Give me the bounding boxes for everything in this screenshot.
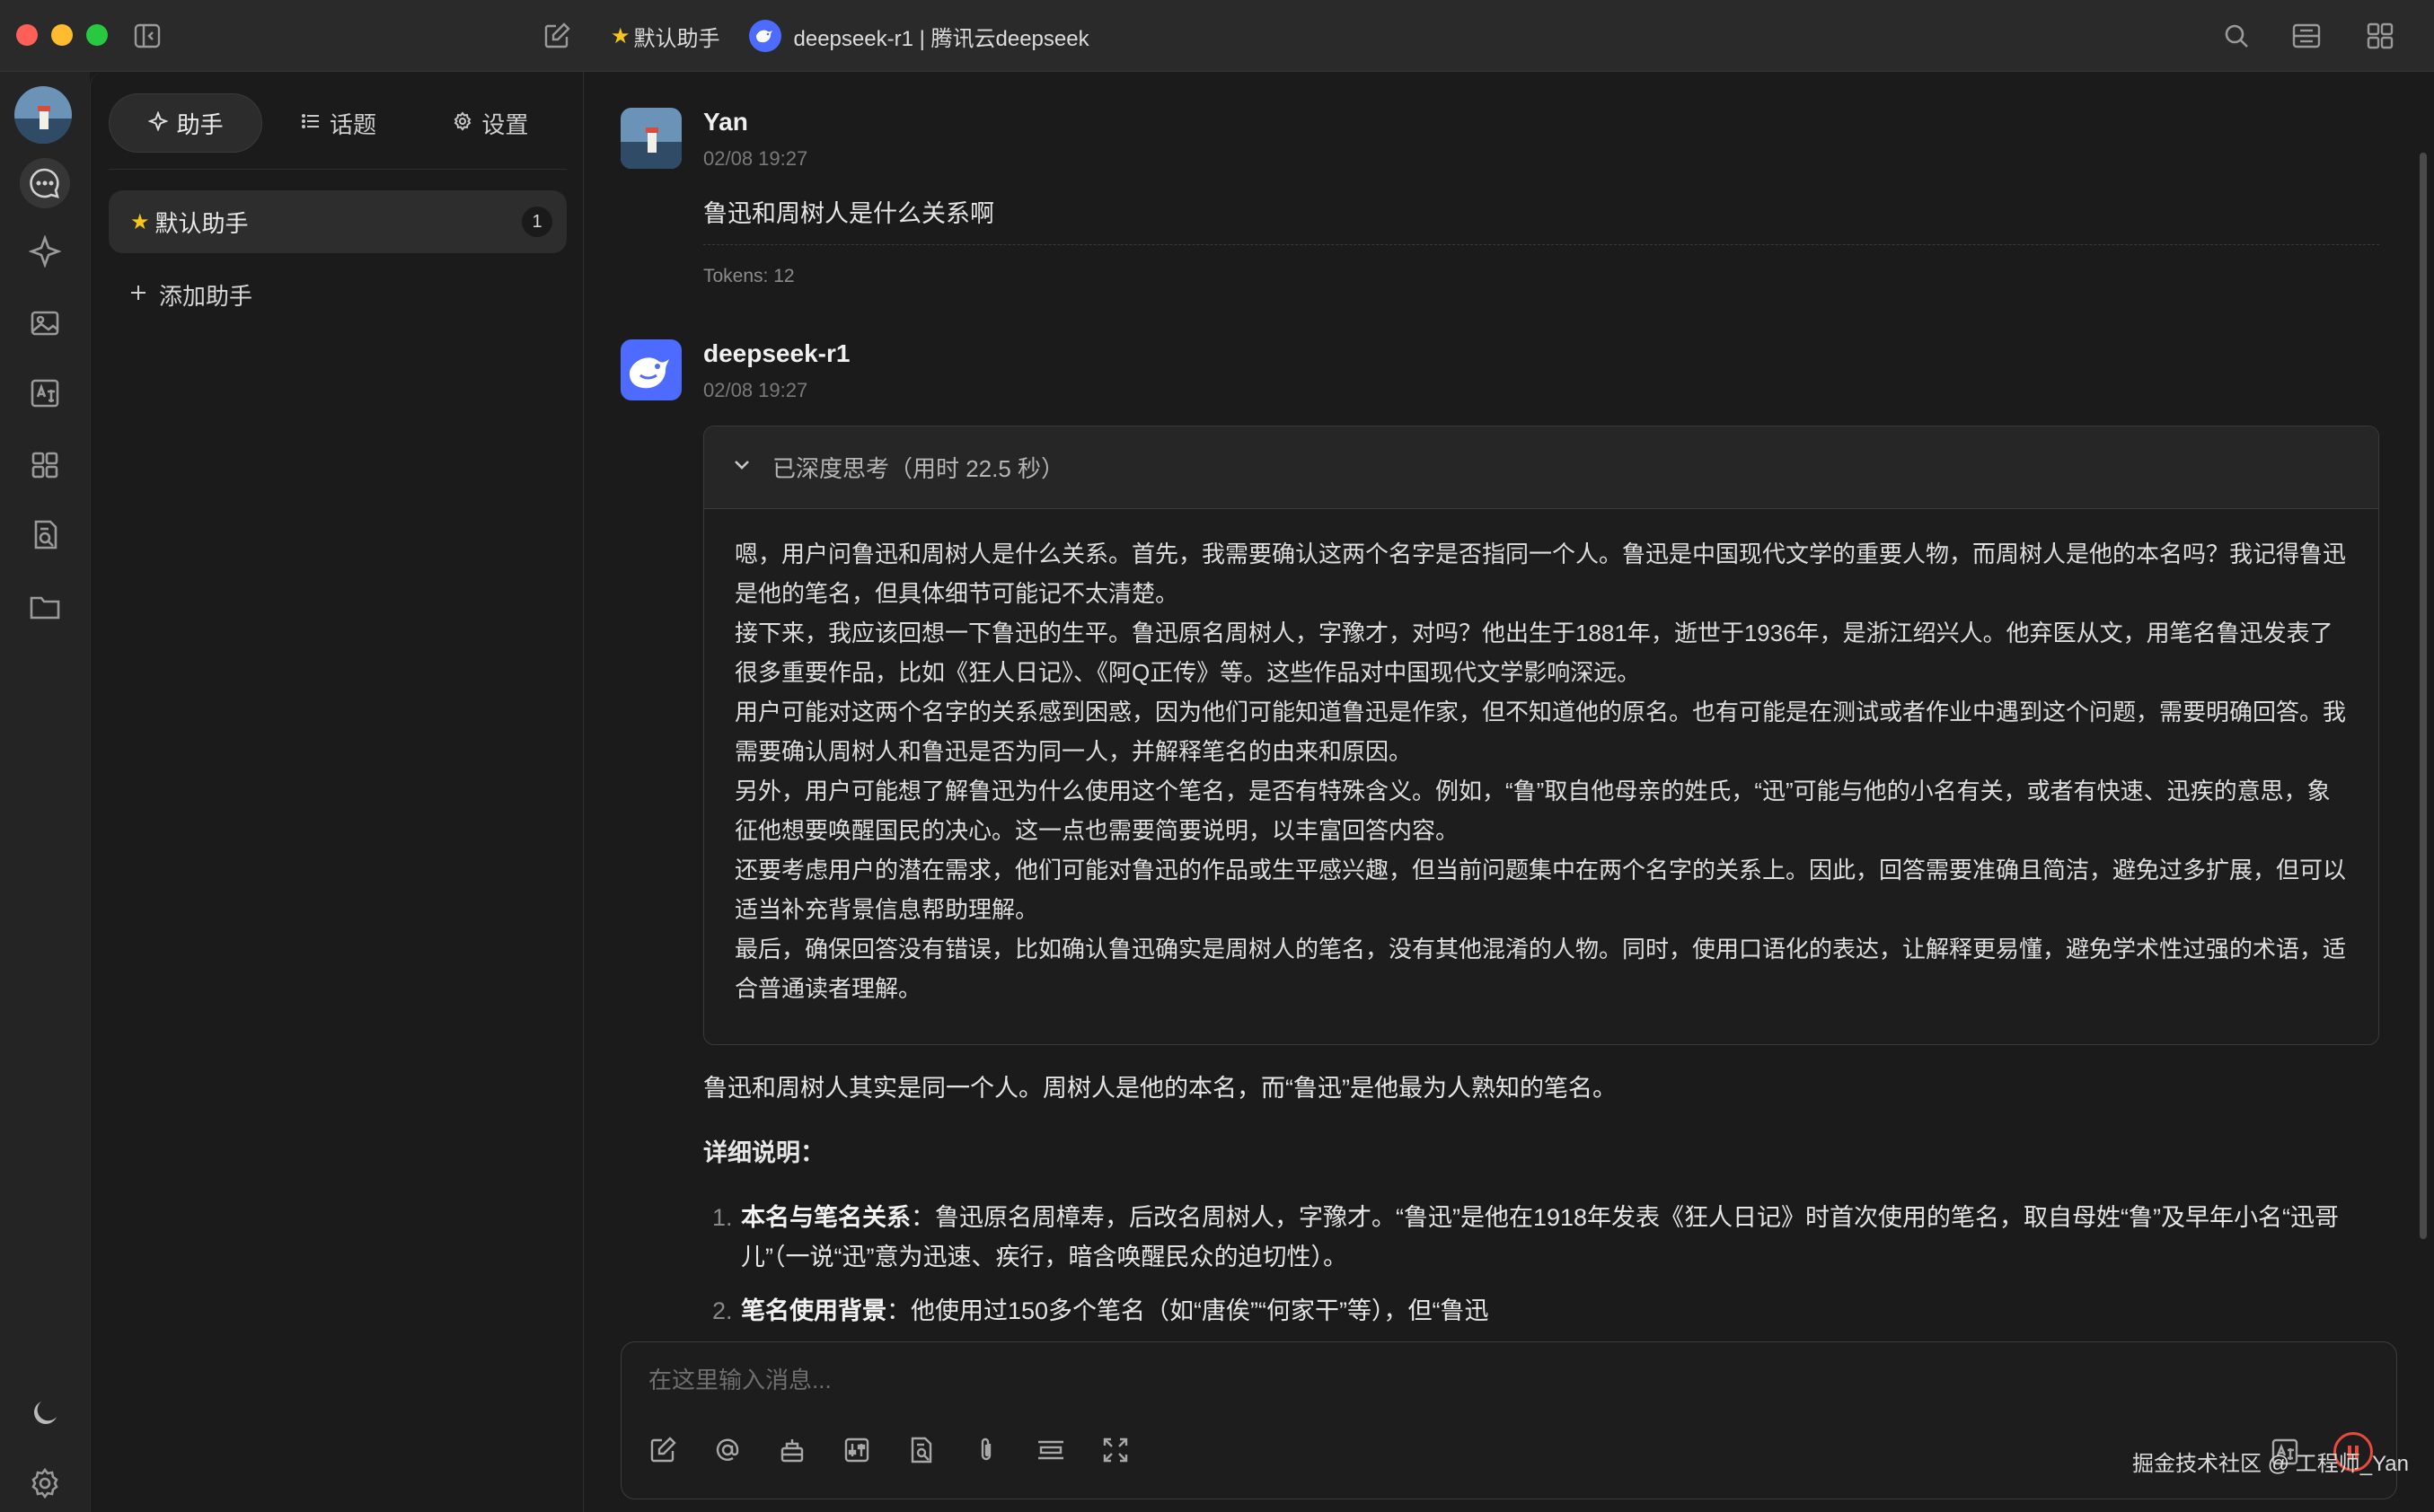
- thinking-paragraph: 另外，用户可能想了解鲁迅为什么使用这个笔名，是否有特殊含义。例如，“鲁”取自他母…: [735, 778, 2331, 844]
- panel-tabs: 助手 话题 设置: [109, 92, 567, 154]
- thinking-toggle[interactable]: 已深度思考（用时 22.5 秒）: [704, 426, 2378, 509]
- layout-toggle-icon[interactable]: [2288, 18, 2324, 54]
- rail-apps-icon[interactable]: [20, 440, 70, 490]
- message-input[interactable]: 在这里输入消息...: [648, 1362, 832, 1395]
- thinking-paragraph: 还要考虑用户的潜在需求，他们可能对鲁迅的作品或生平感兴趣，但当前问题集中在两个名…: [735, 857, 2347, 923]
- assistant-answer: 鲁迅和周树人其实是同一个人。周树人是他的本名，而“鲁迅”是他最为人熟知的笔名。 …: [703, 1068, 2392, 1345]
- tab-topics[interactable]: 话题: [262, 93, 414, 153]
- window-title: ★ 默认助手 deepseek-r1 | 腾讯云deepseek: [611, 20, 1089, 52]
- model-title: deepseek-r1 | 腾讯云deepseek: [793, 26, 1089, 51]
- list-number: 1.: [712, 1204, 733, 1231]
- navigation-rail: [0, 72, 90, 1512]
- deepseek-avatar-icon: [621, 339, 682, 400]
- assistant-list-item[interactable]: ★ 默认助手 1: [109, 190, 567, 253]
- window-maximize-button[interactable]: [86, 24, 108, 46]
- assistant-name: deepseek-r1: [703, 339, 851, 367]
- sparkle-icon: [146, 110, 169, 137]
- list-number: 2.: [712, 1297, 733, 1324]
- panel-divider: [109, 169, 567, 170]
- message-divider: [703, 244, 2379, 245]
- new-chat-icon[interactable]: [539, 18, 575, 54]
- list-item-text: ：他使用过150多个笔名（如“唐俟”“何家干”等），但“鲁迅: [886, 1297, 1489, 1324]
- settings-gear-icon[interactable]: [20, 1458, 70, 1508]
- add-assistant-button[interactable]: 添加助手: [128, 278, 252, 312]
- rail-agents-icon[interactable]: [20, 226, 70, 277]
- chat-scrollbar[interactable]: [2420, 153, 2427, 1239]
- answer-list-item: 1. 本名与笔名关系：鲁迅原名周樟寿，后改名周树人，字豫才。“鲁迅”是他在191…: [703, 1198, 2392, 1277]
- answer-heading: 详细说明：: [703, 1139, 825, 1166]
- search-icon[interactable]: [2218, 18, 2254, 54]
- current-assistant-label: 默认助手: [633, 26, 720, 51]
- token-count: Tokens: 12: [703, 266, 795, 286]
- rail-files-icon[interactable]: [20, 582, 70, 632]
- thinking-header: 已深度思考（用时 22.5 秒）: [772, 455, 1065, 482]
- user-name: Yan: [703, 108, 748, 136]
- user-message-text: 鲁迅和周树人是什么关系啊: [703, 200, 994, 227]
- add-assistant-label: 添加助手: [159, 283, 253, 310]
- assistants-panel: 助手 话题 设置 ★ 默认助手 1 添加助手: [90, 72, 584, 1512]
- user-avatar[interactable]: [14, 86, 72, 144]
- chevron-down-icon: [731, 453, 753, 481]
- mention-at-icon[interactable]: [710, 1432, 745, 1468]
- dark-mode-moon-icon[interactable]: [20, 1386, 70, 1437]
- rail-chat-icon[interactable]: [20, 158, 70, 208]
- thinking-paragraph: 用户可能对这两个名字的关系感到困惑，因为他们可能知道鲁迅是作家，但不知道他的原名…: [735, 699, 2347, 765]
- attachment-icon[interactable]: [968, 1432, 1004, 1468]
- assistant-message-time: 02/08 19:27: [703, 379, 808, 401]
- prompt-library-icon[interactable]: [774, 1432, 810, 1468]
- tab-assistants[interactable]: 助手: [109, 93, 263, 153]
- window-minimize-button[interactable]: [51, 24, 73, 46]
- chat-area: Yan 02/08 19:27 鲁迅和周树人是什么关系啊 Tokens: 12 …: [585, 72, 2434, 1512]
- answer-list-item: 2. 笔名使用背景：他使用过150多个笔名（如“唐俟”“何家干”等），但“鲁迅: [703, 1291, 2392, 1331]
- answer-list: 1. 本名与笔名关系：鲁迅原名周樟寿，后改名周树人，字豫才。“鲁迅”是他在191…: [703, 1198, 2392, 1331]
- thinking-paragraph: 嗯，用户问鲁迅和周树人是什么关系。首先，我需要确认这两个名字是否指同一个人。鲁迅…: [735, 541, 2347, 607]
- plus-icon: [128, 281, 148, 309]
- expand-icon[interactable]: [1098, 1432, 1133, 1468]
- rail-translate-icon[interactable]: [20, 368, 70, 418]
- assistant-name: 默认助手: [154, 209, 249, 237]
- tab-settings[interactable]: 设置: [415, 93, 567, 153]
- thinking-paragraph: 接下来，我应该回想一下鲁迅的生平。鲁迅原名周树人，字豫才，对吗？他出生于1881…: [735, 620, 2333, 686]
- thinking-paragraph: 最后，确保回答没有错误，比如确认鲁迅确实是周树人的笔名，没有其他混淆的人物。同时…: [735, 936, 2347, 1002]
- knowledge-base-icon[interactable]: [904, 1432, 939, 1468]
- model-settings-icon[interactable]: [839, 1432, 875, 1468]
- context-clear-icon[interactable]: [1033, 1432, 1069, 1468]
- input-toolbar: [645, 1432, 1133, 1468]
- answer-intro: 鲁迅和周树人其实是同一个人。周树人是他的本名，而“鲁迅”是他最为人熟知的笔名。: [703, 1075, 1617, 1102]
- deepseek-logo-icon: [748, 20, 781, 52]
- user-message-time: 02/08 19:27: [703, 147, 808, 170]
- gear-icon: [453, 110, 472, 137]
- thinking-content: 嗯，用户问鲁迅和周树人是什么关系。首先，我需要确认这两个名字是否指同一个人。鲁迅…: [704, 509, 2378, 1008]
- watermark-text: 掘金技术社区 @ 工程师_Yan: [2132, 1452, 2409, 1476]
- list-item-title: 笔名使用背景: [741, 1297, 886, 1324]
- list-item-title: 本名与笔名关系: [741, 1204, 911, 1231]
- apps-grid-icon[interactable]: [2362, 18, 2398, 54]
- rail-knowledge-icon[interactable]: [20, 510, 70, 560]
- title-bar: ★ 默认助手 deepseek-r1 | 腾讯云deepseek: [0, 0, 2434, 72]
- new-topic-icon[interactable]: [645, 1432, 681, 1468]
- list-item-text: ：鲁迅原名周樟寿，后改名周树人，字豫才。“鲁迅”是他在1918年发表《狂人日记》…: [741, 1204, 2340, 1270]
- rail-image-icon[interactable]: [20, 298, 70, 348]
- star-icon: ★: [130, 209, 150, 234]
- sidebar-toggle-icon[interactable]: [129, 18, 165, 54]
- window-close-button[interactable]: [16, 24, 38, 46]
- list-icon: [301, 110, 321, 137]
- user-message-avatar: [621, 108, 682, 169]
- star-icon: ★: [611, 23, 631, 48]
- model-selector[interactable]: deepseek-r1 | 腾讯云deepseek: [748, 20, 1089, 52]
- topic-count-badge: 1: [522, 207, 552, 237]
- thinking-panel: 已深度思考（用时 22.5 秒） 嗯，用户问鲁迅和周树人是什么关系。首先，我需要…: [703, 426, 2379, 1045]
- message-input-box: 在这里输入消息...: [621, 1341, 2397, 1499]
